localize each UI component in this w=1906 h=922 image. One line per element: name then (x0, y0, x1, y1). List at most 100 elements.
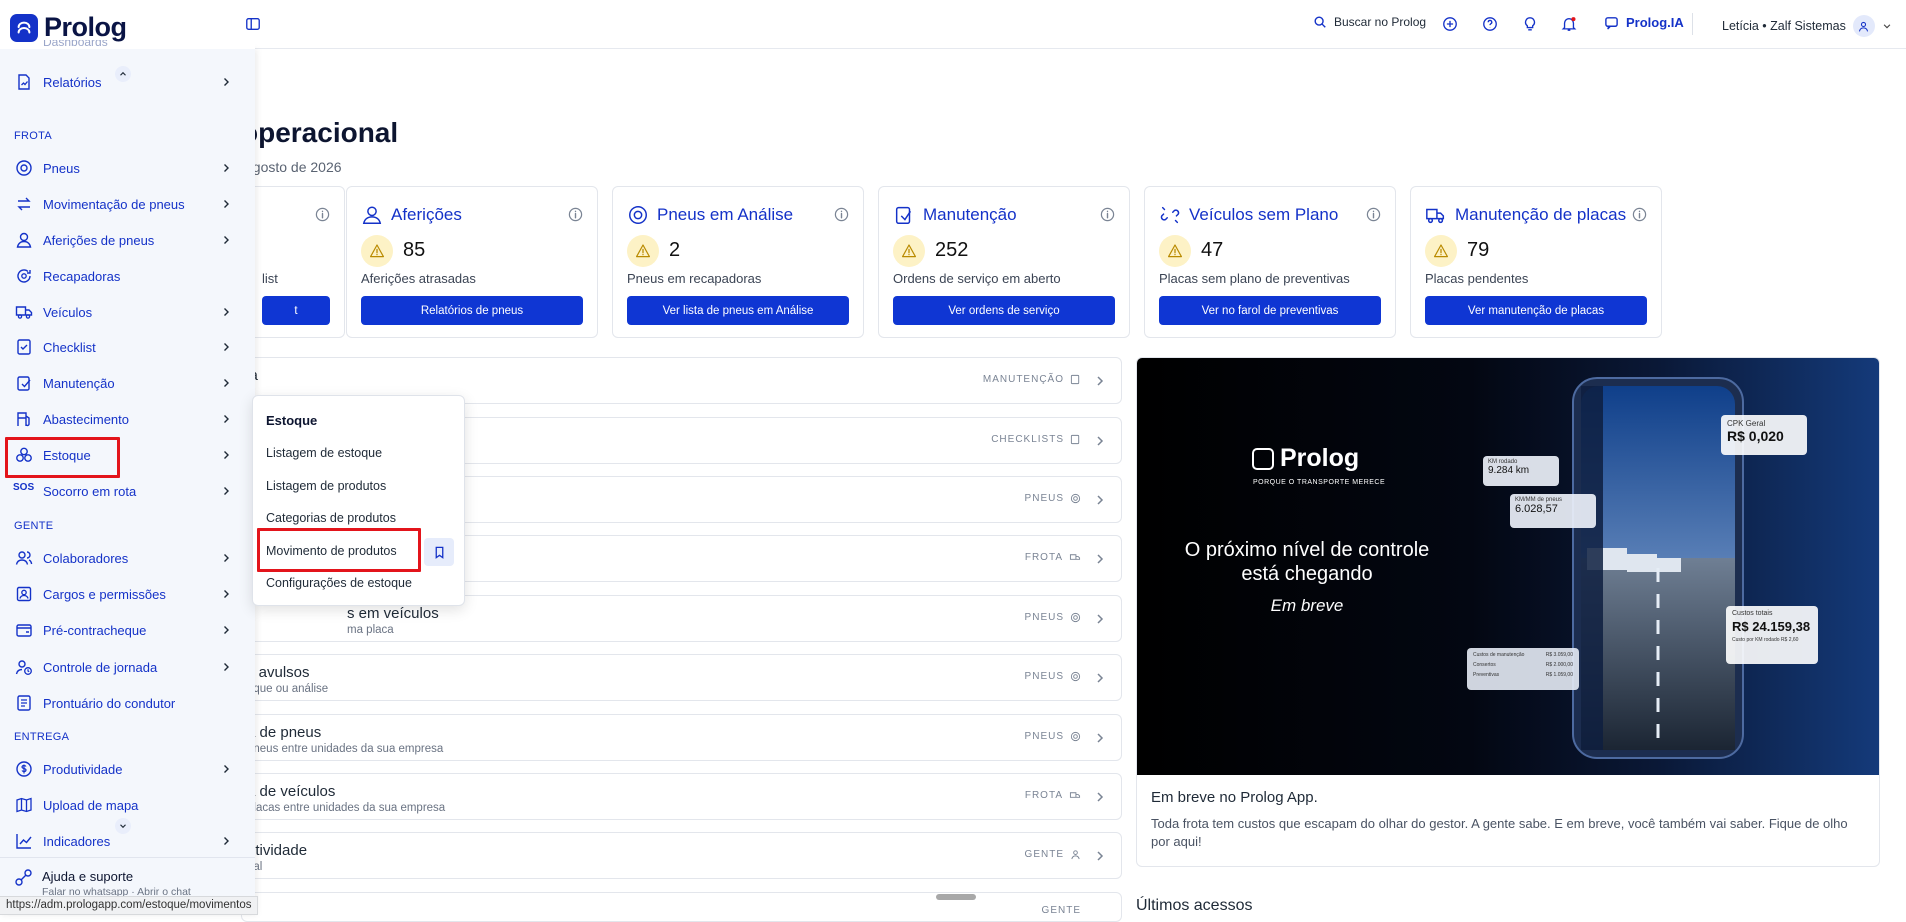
group-label-frota: FROTA (14, 130, 52, 142)
card-value: 47 (1201, 239, 1224, 261)
shortcut-row[interactable]: utividade ual GENTE (241, 832, 1122, 879)
sidebar-item-checklist[interactable]: Checklist (0, 331, 255, 363)
scroll-down-icon[interactable] (115, 818, 131, 834)
prolog-logo[interactable]: Prolog (10, 12, 127, 43)
warning-icon (627, 235, 659, 267)
users-icon (15, 549, 33, 567)
chevron-right-icon (220, 588, 232, 600)
user-icon (1859, 21, 1869, 32)
group-label-entrega: ENTREGA (14, 731, 70, 743)
row-tag: CHECKLISTS (991, 434, 1081, 445)
sidebar-item-upload-mapa[interactable]: Upload de mapa (0, 789, 255, 821)
chevron-right-icon (1093, 790, 1107, 804)
sidebar-item-controle-jornada[interactable]: Controle de jornada (0, 651, 255, 683)
checklist-icon (15, 338, 33, 356)
plus-circle-icon[interactable] (1442, 16, 1460, 34)
card-title: Veículos sem Plano (1159, 204, 1338, 226)
sidebar-item-pre-contracheque[interactable]: Pré-contracheque (0, 614, 255, 646)
sidebar-item-prontuario-condutor[interactable]: Prontuário do condutor (0, 687, 255, 719)
chevron-right-icon (1093, 731, 1107, 745)
fuel-pump-icon (15, 410, 33, 428)
warning-icon (1159, 235, 1191, 267)
help-icon[interactable] (1482, 16, 1500, 34)
person-icon (1071, 850, 1080, 860)
info-icon[interactable] (834, 207, 849, 222)
chevron-right-icon (220, 306, 232, 318)
promo-cost-card: Custos totais R$ 24.159,38 Custo por KM … (1726, 606, 1818, 664)
status-url: https://adm.prologapp.com/estoque/movime… (0, 896, 259, 915)
row-tag: PNEUS (1025, 671, 1081, 682)
card-button[interactable]: Ver manutenção de placas (1425, 296, 1647, 325)
card-value: 79 (1467, 239, 1490, 261)
prolog-logo-icon (1252, 447, 1274, 470)
flyout-item-categorias-produtos[interactable]: Categorias de produtos (266, 511, 396, 525)
chevron-right-icon (220, 76, 232, 88)
info-icon[interactable] (568, 207, 583, 222)
promo-maint-card: Custos de manutenção R$ 3.059,00 Conserto… (1467, 648, 1579, 690)
user-menu[interactable]: Letícia • Zalf Sistemas (1722, 15, 1892, 37)
flyout-item-listagem-produtos[interactable]: Listagem de produtos (266, 479, 386, 493)
card-title: Aferições (361, 204, 462, 226)
sidebar-item-relatorios[interactable]: Relatórios (0, 66, 255, 98)
divider (1692, 13, 1693, 35)
card-button[interactable]: Ver lista de pneus em Análise (627, 296, 849, 325)
sidebar-header: Prolog (0, 0, 255, 49)
info-icon[interactable] (1366, 207, 1381, 222)
promo-soon: Em breve (1270, 596, 1344, 615)
shortcut-row[interactable]: a de pneus pneus entre unidades da sua e… (241, 714, 1122, 761)
flyout-header: Estoque (266, 413, 318, 428)
chevron-right-icon (1093, 612, 1107, 626)
chevron-right-icon (220, 449, 232, 461)
shortcut-row[interactable]: GENTE (241, 892, 1122, 922)
card-afericoes: Aferições 85 Aferições atrasadas Relatór… (346, 186, 598, 338)
lightbulb-icon[interactable] (1522, 16, 1540, 34)
chevron-right-icon (220, 835, 232, 847)
sidebar-item-veiculos[interactable]: Veículos (0, 296, 255, 328)
help-support[interactable]: Ajuda e suporte Falar no whatsapp · Abri… (0, 857, 255, 897)
flyout-item-listagem-estoque[interactable]: Listagem de estoque (266, 446, 382, 460)
info-icon[interactable] (315, 207, 330, 222)
promo-km-card: KM rodado 9.284 km (1483, 456, 1559, 486)
row-tag: FROTA (1025, 552, 1081, 563)
card-button[interactable]: Ver no farol de preventivas (1159, 296, 1381, 325)
prolog-logo-icon (10, 13, 38, 42)
flyout-item-configuracoes-estoque[interactable]: Configurações de estoque (266, 576, 412, 590)
card-manutencao: Manutenção 252 Ordens de serviço em aber… (878, 186, 1130, 338)
sidebar-item-produtividade[interactable]: Produtividade (0, 753, 255, 785)
promo-headline: O próximo nível de controle está chegand… (1184, 539, 1430, 585)
broken-link-icon (1160, 206, 1180, 224)
card-button[interactable]: Ver ordens de serviço (893, 296, 1115, 325)
sidebar-item-manutencao[interactable]: Manutenção (0, 367, 255, 399)
row-subtitle: placas entre unidades da sua empresa (247, 802, 446, 814)
card-button[interactable]: t (262, 296, 330, 325)
user-gauge-icon (15, 231, 33, 249)
sidebar-collapse-icon[interactable] (245, 16, 263, 34)
sidebar-item-abastecimento[interactable]: Abastecimento (0, 403, 255, 435)
row-title: s avulsos (247, 664, 310, 681)
info-icon[interactable] (1100, 207, 1115, 222)
info-icon[interactable] (1632, 207, 1647, 222)
horizontal-scrollbar[interactable] (936, 894, 976, 900)
sidebar-item-socorro-rota[interactable]: SOS Socorro em rota (0, 475, 255, 507)
sidebar-item-pneus[interactable]: Pneus (0, 152, 255, 184)
page-title: operacional (241, 117, 399, 148)
sidebar-item-afericoes-pneus[interactable]: Aferições de pneus (0, 224, 255, 256)
card-button[interactable]: Relatórios de pneus (361, 296, 583, 325)
estoque-flyout-menu: Estoque Listagem de estoque Listagem de … (252, 395, 465, 606)
row-subtitle: ma placa (347, 624, 394, 636)
sidebar-item-movimentacao-pneus[interactable]: Movimentação de pneus (0, 188, 255, 220)
chevron-right-icon (220, 234, 232, 246)
bell-icon[interactable] (1561, 16, 1579, 34)
warning-icon (1425, 235, 1457, 267)
prolog-ia-button[interactable]: Prolog.IA (1604, 15, 1684, 30)
sidebar-item-recapadoras[interactable]: Recapadoras (0, 260, 255, 292)
row-subtitle: pneus entre unidades da sua empresa (247, 743, 444, 755)
shortcut-row[interactable]: s avulsos oque ou análise PNEUS (241, 654, 1122, 701)
movimento-highlight-box (257, 528, 421, 572)
promo-logo: Prolog (1252, 444, 1359, 473)
sidebar-item-colaboradores[interactable]: Colaboradores (0, 542, 255, 574)
bookmark-icon[interactable] (424, 538, 454, 566)
search-button[interactable]: Buscar no Prolog (1313, 15, 1426, 29)
sidebar-item-cargos-permissoes[interactable]: Cargos e permissões (0, 578, 255, 610)
shortcut-row[interactable]: a de veículos placas entre unidades da s… (241, 773, 1122, 820)
